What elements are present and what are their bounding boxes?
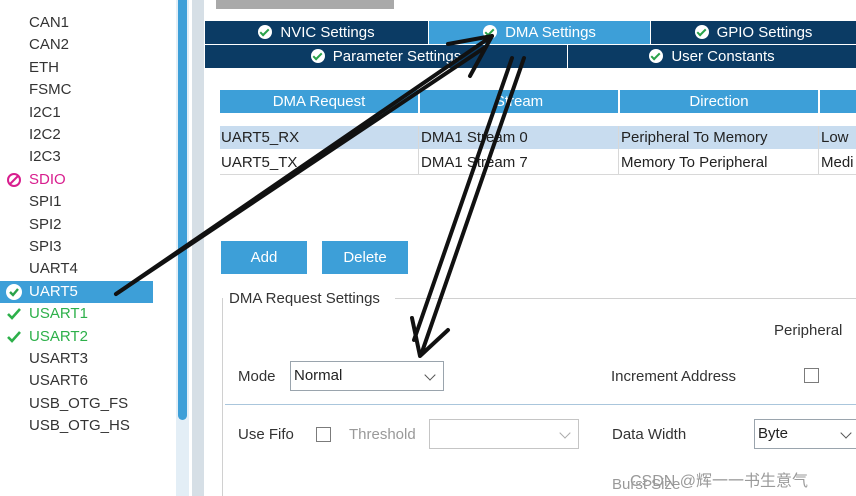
arrow-uart5-to-dma-tab-2 (114, 34, 494, 296)
annotation-arrows (114, 34, 526, 358)
arrow-dma-to-mode (420, 56, 526, 354)
arrow-dma-to-mode-2 (412, 56, 514, 342)
